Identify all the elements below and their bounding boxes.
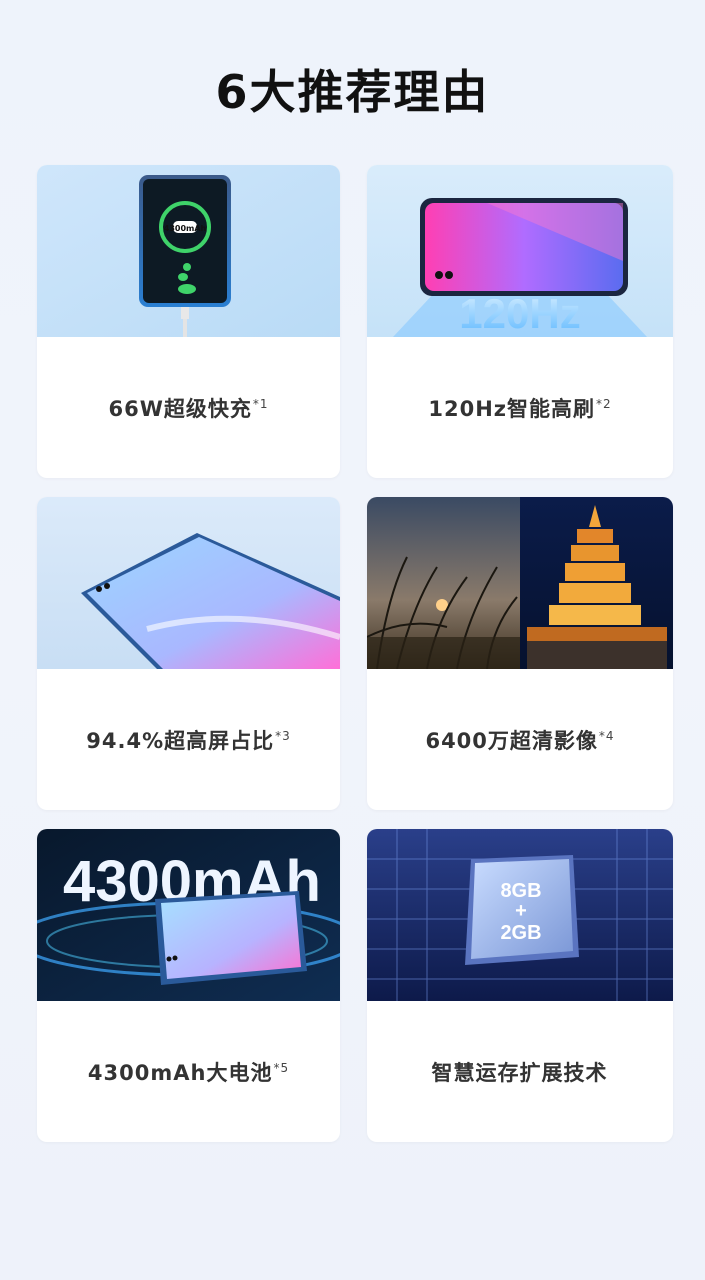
- 120hz-text: 120Hz: [459, 290, 580, 337]
- chip-line-1: 8GB: [500, 880, 541, 902]
- fast-charge-image: 4300mAh: [37, 165, 340, 337]
- battery-level-text: 4300mAh: [164, 224, 207, 233]
- screen-ratio-image: [37, 497, 340, 669]
- feature-card-screen-ratio[interactable]: 94.4%超高屏占比 *3: [37, 497, 340, 810]
- camera-caption: 6400万超清影像 *4: [367, 669, 673, 810]
- card-label: 120Hz智能高刷: [428, 396, 595, 421]
- footnote-marker: *4: [598, 728, 615, 743]
- battery-caption: 4300mAh大电池 *5: [37, 1001, 340, 1142]
- footnote-marker: *5: [273, 1060, 290, 1075]
- feature-card-refresh-rate[interactable]: 120Hz 120Hz智能高刷 *2: [367, 165, 673, 478]
- card-label: 4300mAh大电池: [87, 1060, 273, 1085]
- feature-card-battery[interactable]: 4300mAh 4300mAh大电池 *5: [37, 829, 340, 1142]
- footnote-marker: *1: [252, 396, 269, 411]
- footnote-marker: *3: [275, 728, 291, 743]
- card-label: 智慧运存扩展技术: [431, 1060, 608, 1085]
- battery-image: 4300mAh: [37, 829, 340, 1001]
- card-label: 66W超级快充: [108, 396, 252, 421]
- chip-line-2: +: [515, 900, 527, 922]
- card-label: 94.4%超高屏占比: [86, 728, 275, 753]
- feature-card-camera[interactable]: 6400万超清影像 *4: [367, 497, 673, 810]
- feature-card-fast-charge[interactable]: 4300mAh 66W超级快充 *1: [37, 165, 340, 478]
- chip-line-3: 2GB: [500, 922, 541, 944]
- ram-chip-image: 8GB + 2GB: [367, 829, 673, 1001]
- ram-expansion-caption: 智慧运存扩展技术: [367, 1001, 673, 1142]
- screen-ratio-caption: 94.4%超高屏占比 *3: [37, 669, 340, 810]
- footnote-marker: *2: [596, 396, 612, 411]
- refresh-rate-image: 120Hz: [367, 165, 673, 337]
- page-title: 6大推荐理由: [215, 65, 490, 119]
- fast-charge-caption: 66W超级快充 *1: [37, 337, 340, 478]
- refresh-rate-caption: 120Hz智能高刷 *2: [367, 337, 673, 478]
- camera-sample-image: [367, 497, 673, 669]
- card-label: 6400万超清影像: [425, 728, 598, 753]
- feature-card-ram-expansion[interactable]: 8GB + 2GB 智慧运存扩展技术: [367, 829, 673, 1142]
